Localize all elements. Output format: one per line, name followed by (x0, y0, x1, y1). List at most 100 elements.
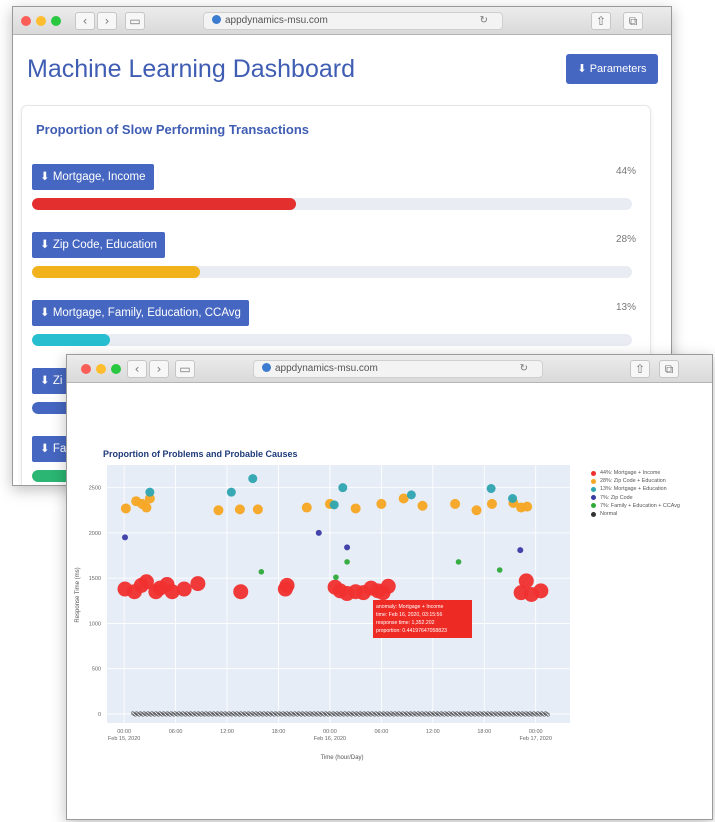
legend-label: 44%: Mortgage + Income (600, 470, 661, 476)
browser-titlebar: ‹ › ▭ appdynamics-msu.com ↻ ⇧ ⧉ (13, 7, 671, 35)
address-bar[interactable]: appdynamics-msu.com ↻ (253, 360, 543, 378)
data-point (496, 567, 503, 573)
data-point (486, 484, 496, 494)
legend-item[interactable]: Normal (591, 510, 680, 518)
x-tick-label: 18:00 (272, 729, 286, 735)
data-point (329, 500, 339, 510)
parameters-button[interactable]: ⬇ Parameters (566, 54, 658, 84)
x-tick-label: 00:00 (117, 729, 131, 735)
data-point (517, 547, 524, 554)
zoom-window-button[interactable] (51, 16, 61, 26)
scatter-chart: 0500100015002000250000:00Feb 15, 202006:… (75, 465, 570, 761)
x-tick-label: 06:00 (169, 729, 183, 735)
proportion-percent: 28% (615, 234, 636, 245)
data-point (518, 573, 534, 589)
cause-button[interactable]: ⬇ Mortgage, Family, Education, CCAvg (32, 300, 249, 326)
x-tick-date-label: Feb 17, 2020 (519, 736, 551, 742)
legend-item[interactable]: 7%: Zip Code (591, 494, 680, 502)
data-point (213, 505, 224, 516)
data-point (279, 577, 295, 593)
back-icon[interactable]: ‹ (127, 360, 147, 378)
cause-button[interactable]: ⬇ Mortgage, Income (32, 164, 154, 190)
legend-item[interactable]: 13%: Mortgage + Education (591, 485, 680, 493)
hover-tooltip: anomaly: Mortgage + Income time: Feb 16,… (373, 600, 472, 638)
forward-icon[interactable]: › (97, 12, 117, 30)
tabs-icon[interactable]: ⧉ (659, 360, 679, 378)
sidebar-icon[interactable]: ▭ (125, 12, 145, 30)
data-point (141, 502, 152, 513)
data-point (471, 505, 482, 516)
legend-marker (591, 503, 596, 509)
cause-button[interactable]: ⬇ Zi (32, 368, 71, 394)
data-point (376, 498, 387, 509)
legend-marker (591, 478, 596, 484)
x-tick-date-label: Feb 15, 2020 (108, 736, 140, 742)
zoom-window-button[interactable] (111, 364, 121, 374)
proportion-bar (32, 198, 632, 210)
data-point (248, 474, 258, 484)
back-icon[interactable]: ‹ (75, 12, 95, 30)
card-title: Proportion of Slow Performing Transactio… (36, 122, 310, 137)
y-tick-label: 1000 (89, 621, 101, 627)
reload-icon[interactable]: ↻ (480, 13, 488, 29)
reload-icon[interactable]: ↻ (520, 361, 528, 377)
globe-icon (262, 363, 271, 372)
data-point (190, 576, 206, 592)
proportion-percent: 13% (615, 302, 636, 313)
legend-item[interactable]: 7%: Family + Education + CCAvg (591, 502, 680, 510)
legend-marker (591, 470, 596, 476)
data-point (258, 569, 265, 575)
data-point (176, 581, 192, 597)
close-window-button[interactable] (21, 16, 31, 26)
data-point (122, 534, 129, 541)
tabs-icon[interactable]: ⧉ (623, 12, 643, 30)
share-icon[interactable]: ⇧ (591, 12, 611, 30)
legend-marker (591, 511, 596, 517)
proportion-bar-fill (32, 334, 110, 346)
data-point (344, 544, 351, 551)
x-tick-label: 12:00 (220, 729, 234, 735)
sidebar-icon[interactable]: ▭ (175, 360, 195, 378)
proportion-bar-fill (32, 198, 296, 210)
tooltip-line: proportion: 0.44197647058823 (376, 628, 447, 634)
data-point (338, 483, 348, 493)
y-tick-label: 2500 (89, 486, 101, 492)
close-window-button[interactable] (81, 364, 91, 374)
forward-icon[interactable]: › (149, 360, 169, 378)
data-point (333, 574, 339, 581)
share-icon[interactable]: ⇧ (630, 360, 650, 378)
data-point (486, 498, 497, 509)
tooltip-line: time: Feb 16, 2020, 03:15:56 (376, 612, 442, 618)
data-point (252, 504, 263, 515)
minimize-window-button[interactable] (96, 364, 106, 374)
data-point (234, 504, 245, 515)
address-bar[interactable]: appdynamics-msu.com ↻ (203, 12, 503, 30)
chart-legend: 44%: Mortgage + Income 28%: Zip Code + E… (591, 469, 680, 518)
y-tick-label: 1500 (89, 576, 101, 582)
proportion-bar-fill (32, 266, 200, 278)
browser-titlebar: ‹ › ▭ appdynamics-msu.com ↻ ⇧ ⧉ (67, 355, 712, 383)
legend-marker (591, 495, 596, 501)
legend-item[interactable]: 44%: Mortgage + Income (591, 469, 680, 477)
data-point (301, 502, 312, 513)
x-axis-label: Time (hour/Day) (320, 755, 363, 761)
tooltip-line: anomaly: Mortgage + Income (376, 604, 443, 610)
data-point (450, 498, 461, 509)
data-point (145, 487, 155, 497)
page-title: Machine Learning Dashboard (27, 55, 355, 83)
legend-label: 7%: Zip Code (600, 494, 633, 501)
data-point (233, 584, 249, 600)
x-tick-label: 18:00 (477, 729, 491, 735)
globe-icon (212, 15, 221, 24)
y-tick-label: 2000 (89, 531, 101, 537)
y-tick-label: 500 (92, 667, 101, 673)
legend-item[interactable]: 28%: Zip Code + Education (591, 477, 680, 485)
data-point (455, 559, 462, 565)
cause-button[interactable]: ⬇ Zip Code, Education (32, 232, 166, 258)
minimize-window-button[interactable] (36, 16, 46, 26)
data-point (315, 529, 322, 536)
data-point (522, 501, 533, 512)
legend-label: Normal (600, 511, 618, 518)
legend-label: 7%: Family + Education + CCAvg (600, 502, 680, 509)
data-point (120, 503, 131, 514)
